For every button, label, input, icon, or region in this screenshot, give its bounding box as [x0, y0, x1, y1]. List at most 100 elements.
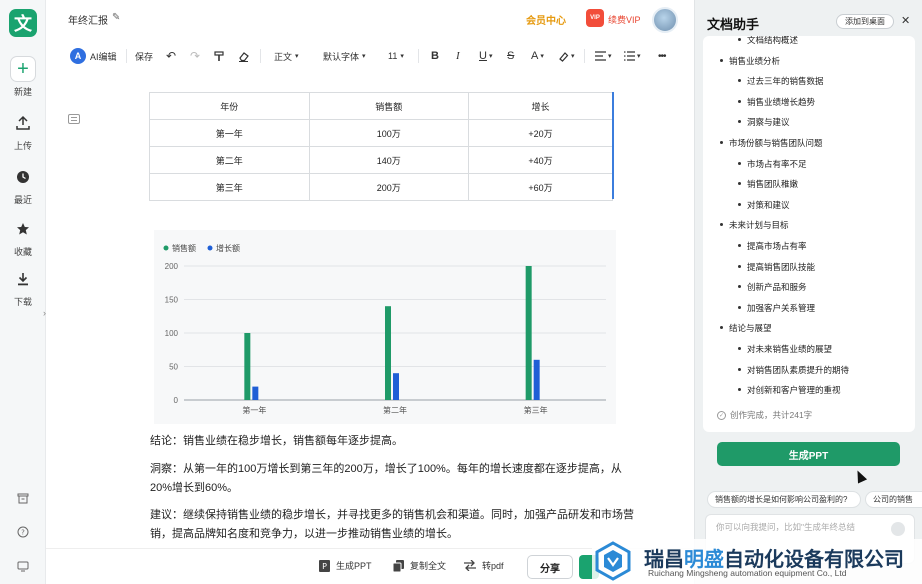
save-button[interactable]: 保存: [135, 44, 153, 68]
ppt-icon: P: [318, 559, 330, 572]
font-size-select[interactable]: 11 ▾: [388, 44, 404, 68]
completion-text: 创作完成，共计241字: [730, 410, 813, 420]
copy-all-button[interactable]: 复制全文: [392, 559, 446, 572]
plus-icon: +: [10, 56, 36, 82]
chevron-down-icon: ▾: [540, 53, 544, 60]
outline-subitem[interactable]: 文档结构概述: [737, 36, 798, 46]
outline-subitem[interactable]: 对销售团队素质提升的期待: [737, 364, 849, 376]
outline-section[interactable]: 市场份额与销售团队问题: [720, 137, 823, 149]
highlight-icon[interactable]: ▾: [558, 44, 575, 68]
outline-section[interactable]: 销售业绩分析: [719, 55, 780, 67]
app-logo[interactable]: 文: [9, 9, 37, 37]
paragraph-style-select[interactable]: 正文 ▾: [274, 44, 299, 68]
table-resize-handle[interactable]: [612, 92, 614, 199]
panel-generate-ppt-button[interactable]: 生成PPT: [717, 442, 900, 466]
table-header-row: 年份 销售额 增长: [149, 92, 613, 120]
strike-glyph: S: [507, 50, 515, 62]
table-row: 第一年 100万 +20万: [149, 119, 613, 147]
svg-text:P: P: [322, 562, 327, 571]
vip-gift-icon[interactable]: VIP: [586, 9, 604, 27]
outline-subitem[interactable]: 对策和建议: [738, 199, 790, 211]
strikethrough-button[interactable]: S: [507, 44, 514, 68]
send-icon[interactable]: [891, 522, 905, 536]
company-watermark: 瑞昌明盛自动化设备有限公司 Ruichang Mingsheng automat…: [592, 539, 922, 584]
chevron-down-icon: ▾: [400, 53, 404, 60]
rail-download[interactable]: 下载: [0, 266, 46, 308]
outline-subitem[interactable]: 提高销售团队技能: [737, 261, 815, 273]
outline-subitem[interactable]: 对创新和客户管理的重视: [738, 384, 841, 396]
more-options-icon[interactable]: •••: [658, 44, 666, 68]
y-tick-label: 100: [165, 329, 179, 338]
outline-subitem[interactable]: 对未来销售业绩的展望: [737, 343, 832, 355]
list-icon[interactable]: ▾: [624, 44, 641, 68]
chevron-down-icon: ▾: [488, 53, 493, 60]
table-cell[interactable]: 第一年: [149, 119, 310, 147]
table-header-cell[interactable]: 销售额: [308, 92, 470, 120]
font-family-select[interactable]: 默认字体 ▾: [323, 44, 366, 68]
insight-paragraph[interactable]: 洞察：从第一年的100万增长到第三年的200万，增长了100%。每年的增长速度都…: [150, 460, 640, 498]
outline-subitem[interactable]: 加强客户关系管理: [737, 302, 815, 314]
bar-sales: [385, 306, 391, 400]
outline-subitem[interactable]: 过去三年的销售数据: [738, 75, 824, 87]
suggestion-chip[interactable]: 销售额的增长是如何影响公司盈利的?: [707, 491, 861, 508]
recycle-bin-icon[interactable]: [0, 492, 46, 504]
font-color-button[interactable]: A ▾: [531, 44, 544, 68]
bold-button[interactable]: B: [431, 44, 439, 68]
generate-ppt-button[interactable]: P 生成PPT: [318, 559, 372, 572]
outline-subitem[interactable]: 市场占有率不足: [738, 158, 807, 170]
table-header-cell[interactable]: 年份: [149, 92, 310, 120]
rail-download-label: 下载: [13, 297, 32, 307]
share-button[interactable]: 分享: [527, 555, 573, 579]
rail-favorites[interactable]: 收藏: [0, 216, 46, 258]
add-to-desktop-button[interactable]: 添加到桌面: [836, 14, 894, 29]
rail-new[interactable]: + 新建: [0, 56, 46, 98]
table-cell[interactable]: +60万: [468, 173, 613, 201]
company-name-en: Ruichang Mingsheng automation equipment …: [648, 568, 847, 578]
eraser-icon[interactable]: [238, 44, 249, 68]
outline-section[interactable]: 未来计划与目标: [720, 219, 789, 231]
top-bar: 年终汇报 ✎ 会员中心 VIP 续费VIP: [46, 0, 694, 40]
outline-subitem[interactable]: 创新产品和服务: [738, 281, 807, 293]
legend-swatch: [163, 245, 169, 251]
rail-recent-label: 最近: [13, 195, 32, 205]
outline-toggle-icon[interactable]: [68, 114, 80, 124]
help-icon[interactable]: ?: [0, 526, 46, 538]
renew-vip-link[interactable]: 续费VIP: [608, 13, 641, 26]
paragraph-style-value: 正文: [274, 51, 293, 62]
rail-upload[interactable]: 上传: [0, 110, 46, 152]
suggestion-chip[interactable]: 公司的销售: [865, 491, 922, 508]
close-icon[interactable]: ✕: [901, 14, 910, 27]
table-header-cell[interactable]: 增长: [468, 92, 613, 120]
italic-button[interactable]: I: [456, 44, 460, 68]
table-cell[interactable]: 140万: [308, 146, 470, 174]
sales-bar-chart[interactable]: 销售额 增长额 0 50 100 150 200 第一年 第二年 第三年: [154, 230, 616, 424]
outline-subitem[interactable]: 洞察与建议: [738, 116, 790, 128]
conclusion-paragraph[interactable]: 结论：销售业绩在稳步增长，销售额每年逐步提高。: [150, 432, 640, 451]
table-cell[interactable]: +40万: [468, 146, 613, 174]
table-cell[interactable]: 第三年: [149, 173, 310, 201]
outline-subitem[interactable]: 销售业绩增长趋势: [737, 96, 815, 108]
table-cell[interactable]: 100万: [308, 119, 470, 147]
document-title[interactable]: 年终汇报: [68, 12, 108, 27]
underline-button[interactable]: U ▾: [479, 44, 492, 68]
table-cell[interactable]: 第二年: [149, 146, 310, 174]
to-pdf-button[interactable]: 转pdf: [464, 559, 504, 572]
redo-icon[interactable]: ↷: [190, 44, 200, 68]
avatar[interactable]: [652, 7, 678, 33]
suggestion-paragraph[interactable]: 建议：继续保持销售业绩的稳步增长，并寻找更多的销售机会和渠道。同时，加强产品研发…: [150, 506, 640, 544]
device-icon[interactable]: [0, 560, 46, 572]
format-painter-icon[interactable]: [214, 44, 225, 68]
undo-icon[interactable]: ↶: [166, 44, 176, 68]
pencil-icon[interactable]: ✎: [112, 12, 120, 23]
align-icon[interactable]: ▾: [595, 44, 612, 68]
outline-section[interactable]: 结论与展望: [720, 322, 772, 334]
outline-subitem[interactable]: 提高市场占有率: [738, 240, 807, 252]
ai-edit-button[interactable]: A AI编辑: [70, 44, 117, 68]
table-cell[interactable]: +20万: [468, 119, 613, 147]
member-center-link[interactable]: 会员中心: [526, 12, 566, 27]
italic-glyph: I: [456, 50, 460, 62]
rail-recent[interactable]: 最近: [0, 164, 46, 206]
outline-subitem[interactable]: 销售团队稚嫩: [737, 178, 798, 190]
table-cell[interactable]: 200万: [308, 173, 470, 201]
star-icon: [10, 216, 36, 242]
